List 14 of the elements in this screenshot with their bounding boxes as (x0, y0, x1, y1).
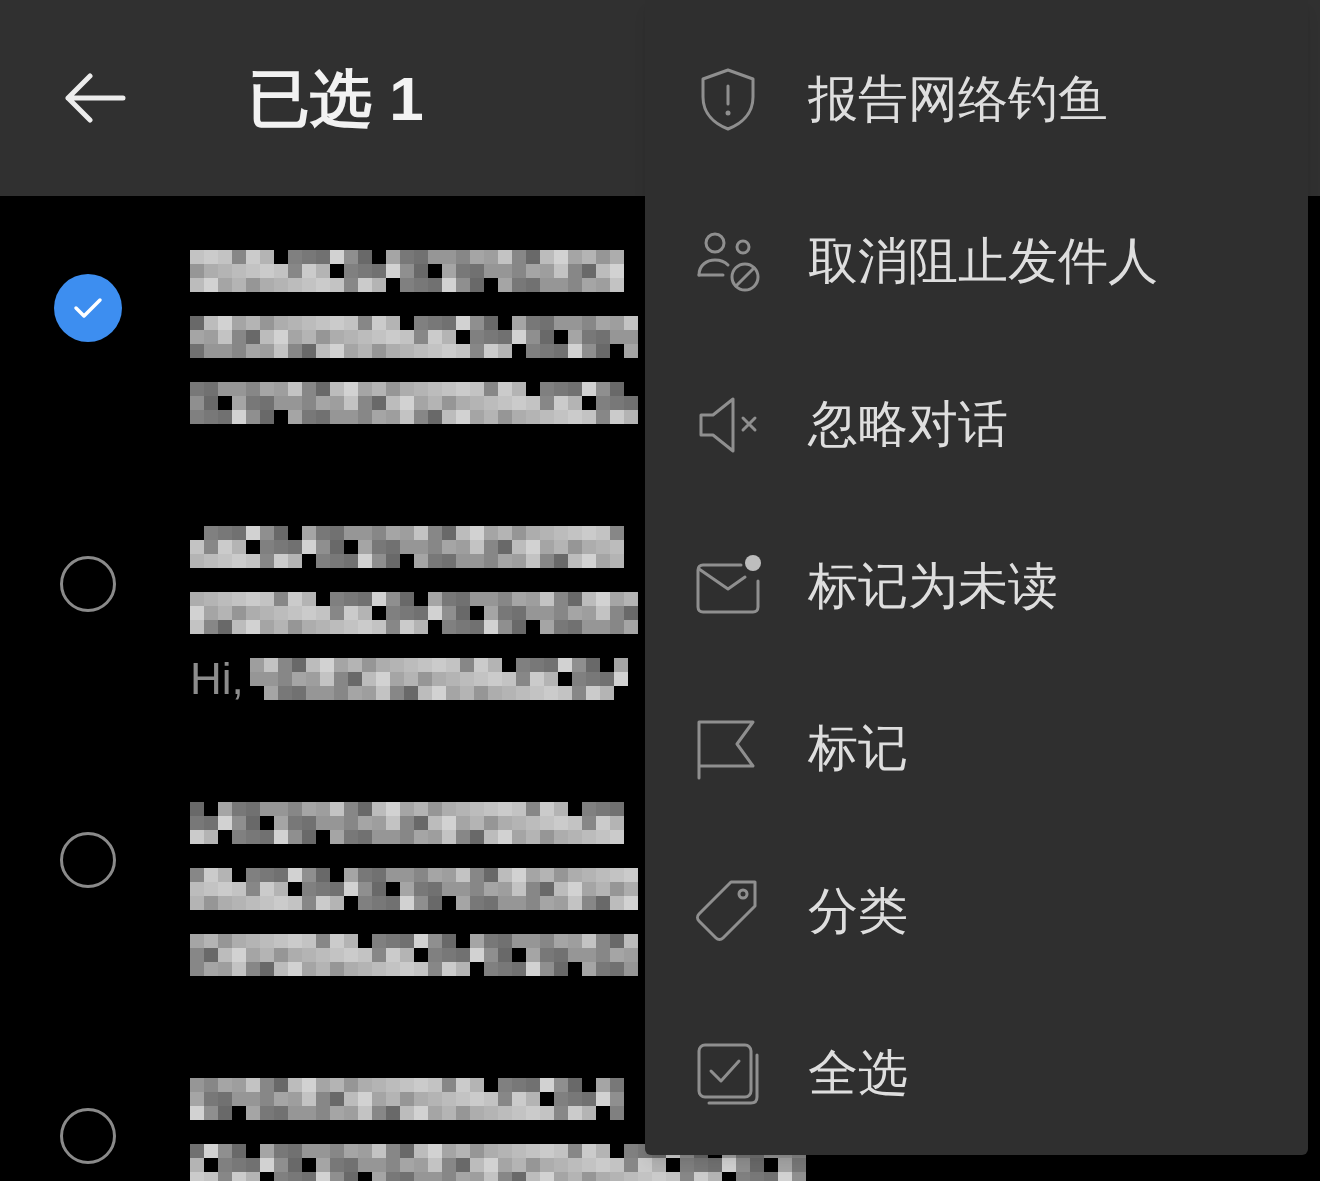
back-arrow-icon (63, 73, 127, 123)
menu-item[interactable]: 标记为未读 (645, 505, 1308, 668)
menu-item[interactable]: 分类 (645, 830, 1308, 993)
check-icon (73, 296, 103, 320)
menu-item[interactable]: 报告网络钓鱼 (645, 18, 1308, 181)
unselected-checkbox[interactable] (60, 832, 116, 888)
menu-item[interactable]: 标记 (645, 667, 1308, 831)
menu-item[interactable]: 忽略对话 (645, 342, 1308, 506)
unselected-checkbox[interactable] (60, 1108, 116, 1164)
menu-item[interactable]: 取消阻止发件人 (645, 180, 1308, 343)
selection-title: 已选 1 (248, 62, 424, 135)
menu-item[interactable]: 全选 (645, 992, 1308, 1155)
preview-text: Hi, (190, 654, 244, 704)
unselected-checkbox[interactable] (60, 556, 116, 612)
